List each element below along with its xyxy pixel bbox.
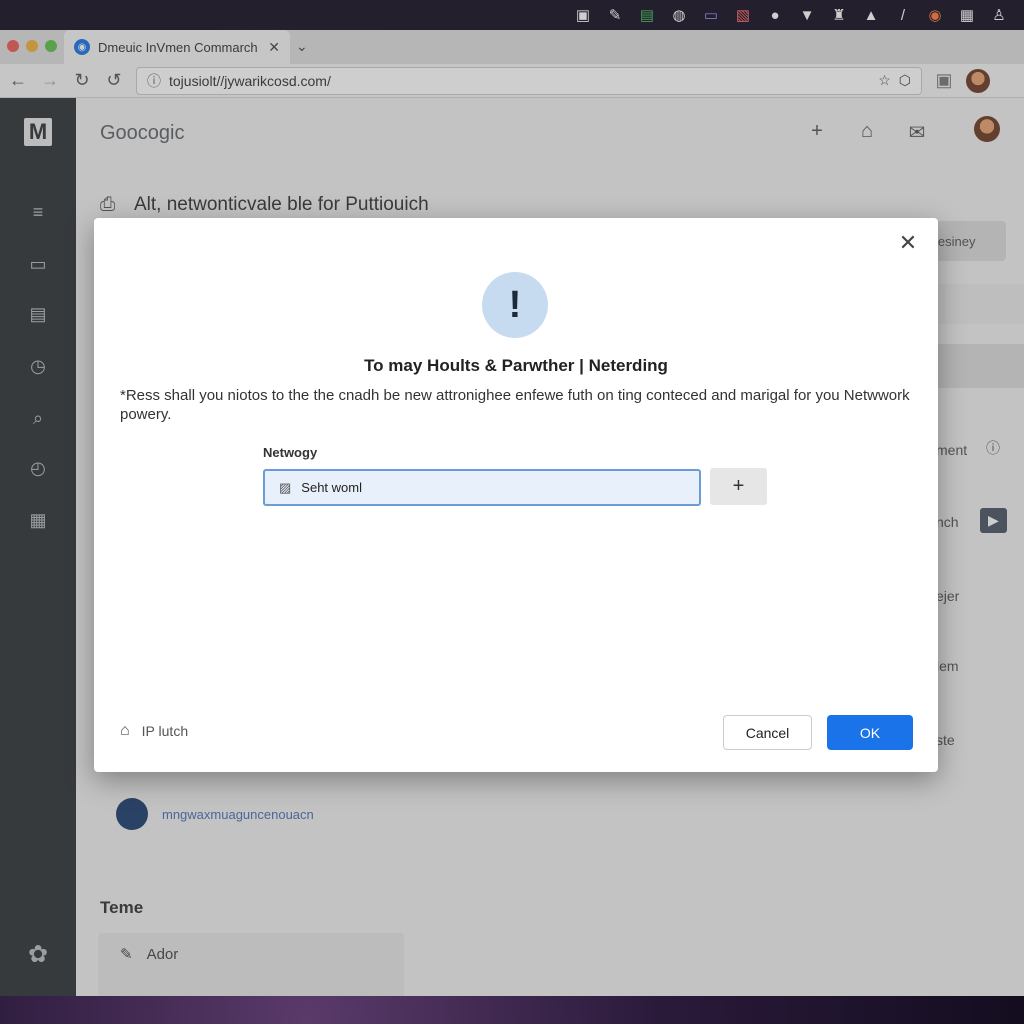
ok-button[interactable]: OK [827,715,913,750]
warning-icon: ! [482,272,548,338]
network-field-label: Netwogy [263,445,318,460]
image-field-icon: ▨ [279,479,292,495]
dialog-title: To may Hoults & Parwther | Neterding [364,356,668,375]
cancel-button[interactable]: Cancel [723,715,812,750]
network-dialog: ✕ ! To may Hoults & Parwther | Neterding… [94,218,938,772]
dialog-body: *Ress shall you niotos to the the cnadh … [120,387,910,423]
network-input-value: Seht woml [301,480,362,495]
network-input[interactable]: ▨ Seht woml [263,469,701,506]
footer-text: IP lutch [141,723,189,739]
close-icon[interactable]: ✕ [896,230,920,256]
dialog-footer-info: ⌂ IP lutch [120,722,188,740]
home-icon: ⌂ [120,722,130,739]
add-network-button[interactable]: + [710,468,767,505]
